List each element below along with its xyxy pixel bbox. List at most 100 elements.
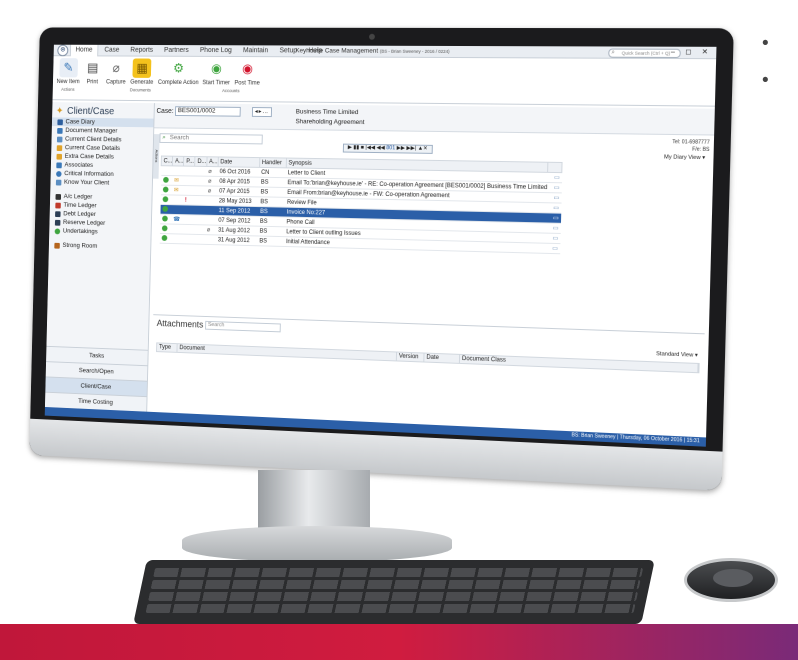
case-code-input[interactable]: BES001/0002: [174, 106, 241, 117]
screen: ⊛ Home Case Reports Partners Phone Log M…: [44, 44, 717, 447]
window-controls[interactable]: – ◻ ✕: [671, 48, 712, 56]
complete-action-button[interactable]: ⚙ Complete Action: [158, 59, 199, 86]
column-header[interactable]: C...: [161, 156, 173, 166]
case-bar: Case: BES001/0002 ◂▸… Business Time Limi…: [154, 103, 715, 136]
start-timer-button[interactable]: ◉ Start Timer: [202, 59, 230, 86]
row-action-icon[interactable]: ▭: [547, 172, 562, 183]
tab-home[interactable]: Home: [69, 44, 99, 57]
pin-icon: ⌀: [207, 188, 212, 195]
row-handler: BS: [257, 226, 285, 237]
row-handler: BS: [257, 216, 285, 227]
keyhouse-app: ⊛ Home Case Reports Partners Phone Log M…: [44, 44, 717, 447]
new-item-button[interactable]: ✎ New Item: [57, 58, 81, 85]
tab-phone-log[interactable]: Phone Log: [195, 45, 236, 57]
pin-icon: ⌀: [206, 227, 211, 234]
complete-icon: [161, 205, 168, 212]
bullet-dot: •: [762, 70, 769, 91]
group-label-accounts: Accounts: [221, 88, 240, 94]
ribbon-group-accounts: ◉ Start Timer ◉ Post Time Accounts: [202, 59, 260, 94]
row-action-icon[interactable]: ▭: [545, 243, 561, 254]
column-header[interactable]: Handler: [259, 157, 287, 168]
column-header[interactable]: Document: [177, 344, 398, 361]
matter-description: Shareholding Agreement: [295, 118, 365, 127]
case-nav-arrows[interactable]: ◂▸…: [251, 107, 273, 118]
complete-icon: [162, 186, 169, 193]
case-label: Case:: [156, 107, 174, 115]
fee-earner-text: F/e: BS: [691, 146, 710, 154]
tab-partners[interactable]: Partners: [159, 45, 193, 57]
red-timer-icon: ◉: [242, 60, 254, 76]
fee-earner-info: Tel: 01-6987777 F/e: BS: [672, 139, 710, 154]
diary-search-input[interactable]: ⌕ Search: [159, 133, 263, 145]
tab-maintain[interactable]: Maintain: [238, 45, 273, 57]
key-row: [148, 592, 639, 601]
complete-icon: [161, 215, 168, 222]
post-time-button[interactable]: ◉ Post Time: [234, 59, 260, 87]
row-action-icon[interactable]: ▭: [546, 212, 561, 224]
attachments-search-input[interactable]: Search: [205, 320, 281, 333]
client-details-icon: [56, 136, 63, 142]
webcam: [368, 33, 375, 40]
group-label-documents: Documents: [129, 87, 151, 93]
side-bullet-list: • •: [762, 30, 798, 94]
row-action-icon[interactable]: ▭: [547, 182, 562, 193]
row-action-icon[interactable]: ▭: [546, 202, 562, 214]
key-row: [145, 604, 636, 613]
email-icon: ✉: [174, 178, 179, 184]
time-ledger-icon: [55, 202, 61, 209]
standard-view-selector[interactable]: Standard View ▾: [656, 351, 698, 359]
column-header[interactable]: Version: [396, 352, 425, 362]
green-timer-icon: ◉: [210, 60, 222, 76]
tab-reports[interactable]: Reports: [126, 45, 158, 56]
column-header[interactable]: Type: [157, 343, 178, 352]
column-header[interactable]: D...: [195, 156, 207, 167]
column-header[interactable]: Date: [424, 353, 461, 363]
row-action-icon[interactable]: ▭: [545, 233, 561, 244]
pin-icon: ⌀: [207, 178, 212, 185]
diary-icon: [57, 118, 63, 125]
window-title: Keyhouse Case Management (BS - Brian Swe…: [295, 47, 450, 55]
bullet-dot: •: [762, 33, 769, 54]
row-handler: BS: [258, 196, 286, 208]
app-body: ✦ Client/Case Case Diary Document Manage…: [44, 102, 715, 438]
key-row: [153, 568, 644, 577]
info-icon: [56, 170, 62, 177]
group-label-actions: Actions: [61, 86, 75, 92]
column-header[interactable]: P...: [183, 156, 196, 167]
keyboard: [133, 560, 655, 624]
complete-icon: [161, 224, 168, 231]
print-button[interactable]: ▤ Print: [83, 58, 102, 85]
row-date: 31 Aug 2012: [215, 234, 258, 246]
client-name: Business Time Limited: [295, 108, 359, 117]
row-action-icon[interactable]: ▭: [546, 192, 562, 204]
client-case-icon: ✦: [55, 105, 64, 117]
priority-flag-icon: !: [184, 197, 187, 204]
attachments-title: Attachments: [156, 318, 204, 330]
ledger-icon: [55, 193, 62, 200]
ribbon-group-documents: ▤ Print ⌀ Capture ▦ Generate ⚙ Complete …: [83, 58, 199, 93]
app-menu-icon[interactable]: ⊛: [57, 44, 69, 56]
column-header[interactable]: A...: [206, 156, 219, 167]
generate-button[interactable]: ▦ Generate: [130, 58, 154, 86]
tab-case[interactable]: Case: [100, 45, 124, 56]
sidebar-heading: ✦ Client/Case: [55, 105, 115, 118]
case-diary-table: C... A... P... D... A... Date Handler Sy…: [159, 156, 563, 255]
sidebar-item-strong-room[interactable]: Strong Room: [49, 241, 151, 252]
media-player-controls[interactable]: ▶ ▮▮ ■ |◀◀ ◀◀ 801 ▶▶ ▶▶| ▲✕: [342, 143, 433, 154]
monitor-stand-base: [182, 526, 452, 562]
row-handler: CN: [259, 167, 286, 178]
debt-ledger-icon: [55, 210, 61, 217]
player-counter: 801: [386, 145, 396, 152]
row-handler: BS: [258, 206, 285, 217]
strong-room-icon: [54, 242, 60, 249]
row-action-icon[interactable]: ▭: [546, 222, 561, 234]
new-item-icon: ✎: [59, 58, 78, 78]
paperclip-icon: ⌀: [112, 60, 120, 75]
document-manager-icon: [57, 127, 63, 134]
main-panel: Case: BES001/0002 ◂▸… Business Time Limi…: [147, 103, 715, 438]
column-header[interactable]: A...: [172, 156, 185, 167]
printer-icon: ▤: [86, 60, 99, 75]
capture-button[interactable]: ⌀ Capture: [106, 58, 126, 85]
diary-view-selector[interactable]: My Diary View ▾: [664, 154, 705, 161]
case-details-icon: [56, 144, 63, 151]
